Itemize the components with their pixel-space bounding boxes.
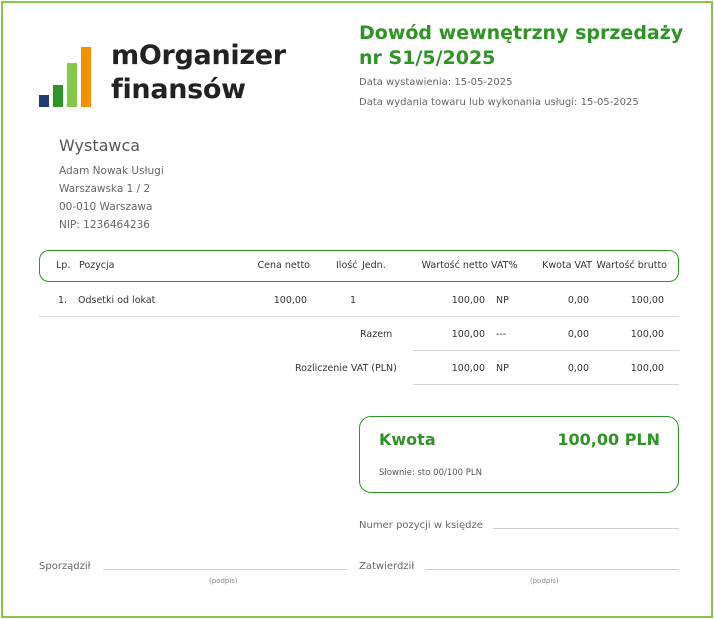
vat-settlement-gross-value: 100,00 — [630, 363, 664, 374]
header-net-price: Cena netto — [257, 260, 310, 271]
table-header: Lp. Pozycja Cena netto Ilość Jedn. Warto… — [39, 250, 679, 282]
amount-in-words: Słownie: sto 00/100 PLN — [379, 468, 482, 478]
total-gross-value: 100,00 — [630, 329, 664, 340]
prepared-by-label: Sporządził — [39, 561, 91, 572]
vat-settlement-net-value: 100,00 — [451, 363, 485, 374]
vat-settlement-vat-amount: 0,00 — [567, 363, 589, 374]
issuer-heading: Wystawca — [59, 136, 141, 155]
vat-settlement-divider — [413, 384, 679, 385]
total-divider — [413, 350, 679, 351]
header-qty: Ilość — [336, 260, 358, 271]
prepared-by-line — [103, 569, 347, 570]
ledger-number-line — [493, 528, 679, 529]
vat-settlement-label: Rozliczenie VAT (PLN) — [295, 363, 397, 374]
logo-line-1: mOrganizer — [111, 40, 286, 71]
issuer-street: Warszawska 1 / 2 — [59, 183, 151, 195]
company-logo: mOrganizer finansów — [39, 39, 289, 111]
header-lp: Lp. — [56, 260, 71, 271]
logo-bar-2 — [53, 85, 63, 107]
ledger-number-label: Numer pozycji w księdze — [359, 520, 483, 531]
total-label: Razem — [360, 329, 393, 340]
logo-bar-1 — [39, 95, 49, 107]
issuer-name: Adam Nowak Usługi — [59, 165, 164, 177]
header-item: Pozycja — [79, 260, 115, 271]
issue-date: Data wystawienia: 15-05-2025 — [359, 77, 513, 88]
amount-box: Kwota 100,00 PLN Słownie: sto 00/100 PLN — [359, 416, 679, 493]
delivery-date: Data wydania towaru lub wykonania usługi… — [359, 97, 639, 108]
row-net-price: 100,00 — [273, 295, 307, 306]
approved-by-signature-note: (podpis) — [530, 577, 559, 585]
amount-label: Kwota — [379, 430, 436, 449]
total-vat-rate: --- — [496, 329, 507, 340]
document-title-line-1: Dowód wewnętrzny sprzedaży — [359, 22, 684, 44]
document-page: mOrganizer finansów Dowód wewnętrzny spr… — [1, 1, 713, 618]
vat-settlement-vat-rate: NP — [496, 363, 509, 374]
total-net-value: 100,00 — [451, 329, 485, 340]
document-title: Dowód wewnętrzny sprzedaży nr S1/5/2025 — [359, 21, 699, 71]
header-gross-value: Wartość brutto — [596, 260, 667, 271]
document-number: nr S1/5/2025 — [359, 47, 496, 69]
issuer-nip: NIP: 1236464236 — [59, 219, 150, 231]
logo-line-2: finansów — [111, 74, 246, 105]
row-net-value: 100,00 — [451, 295, 485, 306]
logo-bar-4 — [81, 47, 91, 107]
row-divider — [39, 316, 679, 317]
row-vat-rate: NP — [496, 295, 509, 306]
row-item: Odsetki od lokat — [78, 295, 156, 306]
row-qty: 1 — [350, 295, 357, 306]
row-lp: 1. — [58, 295, 68, 306]
header-vat-rate: VAT% — [491, 260, 518, 271]
approved-by-label: Zatwierdził — [359, 561, 415, 572]
logo-bar-3 — [67, 63, 77, 107]
total-vat-amount: 0,00 — [567, 329, 589, 340]
header-vat-amount: Kwota VAT — [542, 260, 592, 271]
row-gross-value: 100,00 — [630, 295, 664, 306]
header-unit: Jedn. — [362, 260, 386, 271]
header-net-value: Wartość netto — [421, 260, 488, 271]
issuer-city: 00-010 Warszawa — [59, 201, 153, 213]
prepared-by-signature-note: (podpis) — [209, 577, 238, 585]
approved-by-line — [425, 569, 679, 570]
amount-value: 100,00 PLN — [557, 430, 660, 449]
logo-text: mOrganizer finansów — [111, 39, 286, 107]
row-vat-amount: 0,00 — [567, 295, 589, 306]
